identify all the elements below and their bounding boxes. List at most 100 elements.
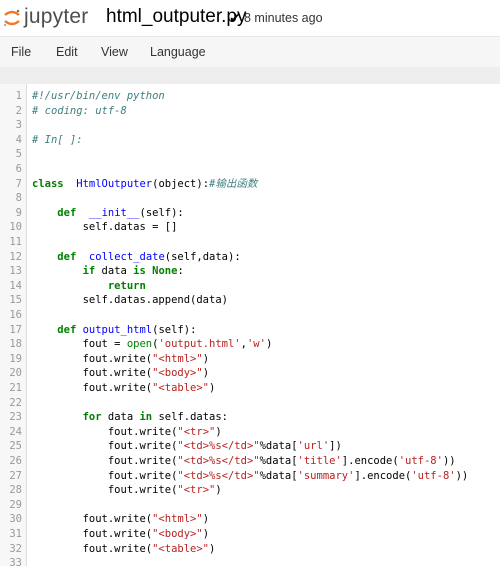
line-number: 17 bbox=[9, 323, 22, 336]
code-line[interactable]: 24 fout.write("<tr>") bbox=[0, 425, 500, 440]
line-number: 14 bbox=[9, 279, 22, 292]
code-text[interactable]: fout.write("<body>") bbox=[32, 527, 209, 542]
code-text[interactable]: # In[ ]: bbox=[32, 133, 83, 148]
code-line[interactable]: 33 bbox=[0, 556, 500, 571]
line-number: 18 bbox=[9, 338, 22, 351]
code-line[interactable]: 29 bbox=[0, 498, 500, 513]
code-text[interactable]: fout.write("<html>") bbox=[32, 352, 209, 367]
code-token: (self): bbox=[152, 323, 197, 336]
line-number: 3 bbox=[15, 119, 22, 132]
code-token: (object): bbox=[152, 177, 210, 190]
code-text[interactable]: fout.write("<td>%s</td>"%data['url']) bbox=[32, 439, 342, 454]
line-number: 20 bbox=[9, 367, 22, 380]
code-token: "<body>" bbox=[152, 528, 203, 540]
code-line[interactable]: 19 fout.write("<html>") bbox=[0, 352, 500, 367]
code-line[interactable]: 17 def output_html(self): bbox=[0, 323, 500, 338]
code-line[interactable]: 16 bbox=[0, 308, 500, 323]
code-token: : bbox=[177, 265, 184, 278]
code-line[interactable]: 31 fout.write("<body>") bbox=[0, 527, 500, 542]
menubar: File Edit View Language bbox=[0, 36, 500, 68]
code-line[interactable]: 27 fout.write("<td>%s</td>"%data['summar… bbox=[0, 469, 500, 484]
code-token: "<td>%s</td>" bbox=[177, 440, 260, 453]
code-text[interactable]: fout.write("<td>%s</td>"%data['summary']… bbox=[32, 469, 468, 484]
code-line[interactable]: 21 fout.write("<table>") bbox=[0, 381, 500, 396]
code-line[interactable]: 20 fout.write("<body>") bbox=[0, 366, 500, 381]
code-token: "<html>" bbox=[152, 513, 203, 526]
code-token: self.datas.append(data) bbox=[32, 294, 228, 307]
line-number: 10 bbox=[9, 221, 22, 234]
code-line[interactable]: 13 if data is None: bbox=[0, 264, 500, 279]
code-text[interactable]: fout.write("<body>") bbox=[32, 366, 209, 381]
line-number: 15 bbox=[9, 294, 22, 307]
menu-edit[interactable]: Edit bbox=[56, 45, 78, 59]
code-text[interactable]: if data is None: bbox=[32, 264, 184, 279]
code-token: "<tr>" bbox=[177, 425, 216, 438]
code-line[interactable]: 5 bbox=[0, 147, 500, 162]
code-text[interactable]: fout.write("<table>") bbox=[32, 542, 216, 557]
code-token: None bbox=[145, 265, 178, 278]
code-line[interactable]: 1 #!/usr/bin/env python bbox=[0, 89, 500, 104]
code-line[interactable]: 3 bbox=[0, 118, 500, 133]
code-token: (self,data): bbox=[164, 250, 241, 263]
code-line[interactable]: 14 return bbox=[0, 279, 500, 294]
code-line[interactable]: 22 bbox=[0, 396, 500, 411]
code-text[interactable]: self.datas = [] bbox=[32, 220, 178, 235]
code-text[interactable]: fout.write("<table>") bbox=[32, 381, 216, 396]
code-token: "<table>" bbox=[152, 382, 210, 394]
code-token: data bbox=[95, 265, 134, 278]
code-line[interactable]: 25 fout.write("<td>%s</td>"%data['url']) bbox=[0, 439, 500, 454]
code-text[interactable]: fout.write("<td>%s</td>"%data['title'].e… bbox=[32, 454, 456, 469]
code-text[interactable]: class HtmlOutputer(object):#输出函数 bbox=[32, 177, 257, 192]
code-token: %data[ bbox=[259, 455, 298, 467]
code-line[interactable]: 8 bbox=[0, 191, 500, 206]
line-number: 31 bbox=[9, 528, 22, 540]
code-line[interactable]: 26 fout.write("<td>%s</td>"%data['title'… bbox=[0, 454, 500, 469]
code-text[interactable]: fout.write("<html>") bbox=[32, 512, 209, 527]
code-line[interactable]: 10 self.datas = [] bbox=[0, 220, 500, 235]
code-text[interactable]: # coding: utf-8 bbox=[32, 104, 127, 119]
code-text[interactable]: def __init__(self): bbox=[32, 206, 183, 221]
code-editor[interactable]: 1 #!/usr/bin/env python 2 # coding: utf-8 3 4… bbox=[0, 84, 500, 569]
code-text[interactable]: def collect_date(self,data): bbox=[32, 250, 241, 265]
code-text[interactable]: fout = open('output.html','w') bbox=[32, 337, 273, 352]
code-line[interactable]: 28 fout.write("<tr>") bbox=[0, 483, 500, 498]
code-line[interactable]: 11 bbox=[0, 235, 500, 250]
code-token: ) bbox=[202, 528, 210, 540]
code-line[interactable]: 2 # coding: utf-8 bbox=[0, 104, 500, 119]
line-number: 2 bbox=[15, 104, 22, 117]
jupyter-logo-icon[interactable] bbox=[2, 8, 22, 28]
menu-language[interactable]: Language bbox=[150, 45, 206, 59]
menu-view[interactable]: View bbox=[101, 45, 128, 59]
code-line[interactable]: 30 fout.write("<html>") bbox=[0, 512, 500, 527]
code-line[interactable]: 4 # In[ ]: bbox=[0, 133, 500, 148]
code-line[interactable]: 7 class HtmlOutputer(object):#输出函数 bbox=[0, 177, 500, 192]
line-number: 33 bbox=[9, 557, 22, 570]
code-line[interactable]: 15 self.datas.append(data) bbox=[0, 293, 500, 308]
code-text[interactable]: fout.write("<tr>") bbox=[32, 483, 222, 498]
code-token: 'url' bbox=[297, 440, 330, 453]
code-token: %data[ bbox=[259, 469, 298, 482]
code-text[interactable]: return bbox=[32, 279, 146, 294]
code-text[interactable]: def output_html(self): bbox=[32, 323, 196, 338]
code-text[interactable]: #!/usr/bin/env python bbox=[32, 89, 165, 104]
code-line[interactable]: 23 for data in self.datas: bbox=[0, 410, 500, 425]
code-text[interactable]: self.datas.append(data) bbox=[32, 293, 228, 308]
code-line[interactable]: 12 def collect_date(self,data): bbox=[0, 250, 500, 265]
menu-file[interactable]: File bbox=[11, 45, 31, 59]
code-token: def bbox=[57, 323, 77, 336]
code-token: fout.write( bbox=[32, 513, 153, 526]
code-line[interactable]: 9 def __init__(self): bbox=[0, 206, 500, 221]
code-text[interactable]: fout.write("<tr>") bbox=[32, 425, 222, 440]
line-number: 12 bbox=[9, 250, 22, 263]
code-line[interactable]: 6 bbox=[0, 162, 500, 177]
code-line[interactable]: 32 fout.write("<table>") bbox=[0, 542, 500, 557]
line-number: 21 bbox=[9, 382, 22, 394]
jupyter-logo-text[interactable]: jupyter bbox=[24, 5, 88, 29]
code-token: ) bbox=[215, 484, 222, 497]
code-line[interactable]: 18 fout = open('output.html','w') bbox=[0, 337, 500, 352]
notebook-name[interactable]: html_outputer.py bbox=[106, 6, 246, 28]
code-token: "<tr>" bbox=[177, 484, 216, 497]
line-number: 11 bbox=[9, 236, 22, 248]
code-text[interactable]: for data in self.datas: bbox=[32, 410, 228, 425]
